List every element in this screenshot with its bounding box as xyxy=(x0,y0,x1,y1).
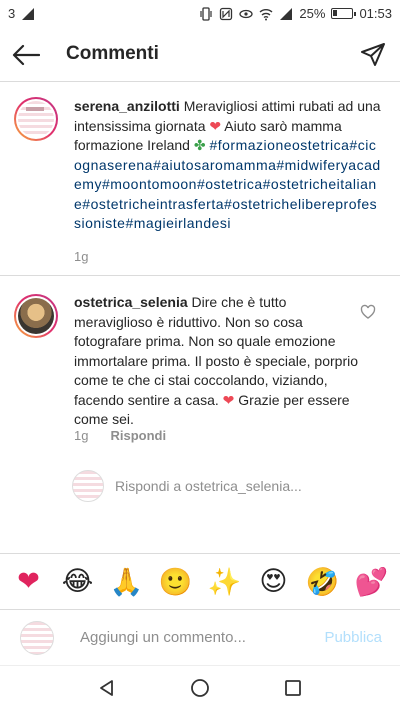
red-heart-icon: ❤ xyxy=(209,117,222,134)
paper-plane-icon xyxy=(361,43,385,66)
signal-icon xyxy=(22,7,35,20)
back-triangle-icon xyxy=(99,680,113,696)
comment-text: ostetrica_selenia Dire che è tutto merav… xyxy=(74,293,364,430)
caption-text: serena_anzilotti Meravigliosi attimi rub… xyxy=(74,97,384,234)
add-comment-bar: Aggiungi un commento... Pubblica xyxy=(0,609,400,665)
nfc-icon xyxy=(220,7,233,20)
emoji-rolling-laughing[interactable]: 🤣 xyxy=(303,562,343,602)
reply-input[interactable]: Rispondi a ostetrica_selenia... xyxy=(115,478,302,494)
avatar[interactable] xyxy=(14,97,58,141)
cellular-icon xyxy=(280,7,293,20)
status-right: 25% 01:53 xyxy=(199,6,392,21)
comment-time: 1g xyxy=(74,428,89,443)
reply-row: Rispondi a ostetrica_selenia... xyxy=(72,470,372,504)
heart-outline-icon[interactable] xyxy=(360,304,376,320)
battery-percent: 25% xyxy=(299,6,326,21)
caption-meta: 1g xyxy=(74,249,88,264)
reply-avatar xyxy=(72,470,104,502)
share-button[interactable] xyxy=(356,38,390,72)
nav-recents-button[interactable] xyxy=(273,668,313,708)
back-button[interactable] xyxy=(8,38,44,72)
status-left: 3 xyxy=(8,6,35,21)
caption-username[interactable]: serena_anzilotti xyxy=(74,98,180,114)
reply-button[interactable]: Rispondi xyxy=(110,428,166,443)
arrow-left-icon xyxy=(12,44,40,66)
wifi-icon xyxy=(259,8,273,20)
battery-icon xyxy=(331,8,357,19)
home-circle-icon xyxy=(191,679,209,697)
emoji-two-hearts[interactable]: 💕 xyxy=(352,562,392,602)
caption-comment: serena_anzilotti Meravigliosi attimi rub… xyxy=(0,83,400,276)
page-title: Commenti xyxy=(66,43,159,64)
comment-avatar-image xyxy=(18,298,54,334)
comment-username[interactable]: ostetrica_selenia xyxy=(74,294,188,310)
emoji-tears-of-joy[interactable]: 😂 xyxy=(58,562,98,602)
nav-home-button[interactable] xyxy=(180,668,220,708)
clover-icon: ✤ xyxy=(193,137,206,153)
comment-meta: 1g Rispondi xyxy=(74,428,166,443)
avatar-image xyxy=(18,101,54,137)
clock: 01:53 xyxy=(359,6,392,21)
red-heart-icon: ❤ xyxy=(222,391,235,408)
emoji-bar: ❤ 😂 🙏 🙂 ✨ 😍 🤣 💕 xyxy=(0,553,400,609)
nav-back-button[interactable] xyxy=(87,668,127,708)
comment-input[interactable]: Aggiungi un commento... xyxy=(80,629,246,646)
vibrate-icon xyxy=(200,6,213,21)
emoji-sparkles[interactable]: ✨ xyxy=(205,562,245,602)
caption-time: 1g xyxy=(74,249,89,264)
battery-fill xyxy=(333,10,338,16)
status-bar: 3 25% 01:53 xyxy=(0,0,400,28)
recents-square-icon xyxy=(285,680,302,696)
comment-avatar[interactable] xyxy=(14,294,58,338)
emoji-heart-eyes[interactable]: 😍 xyxy=(254,562,294,602)
system-nav-bar xyxy=(0,665,400,710)
emoji-folded-hands[interactable]: 🙏 xyxy=(107,562,147,602)
emoji-red-heart[interactable]: ❤ xyxy=(9,562,49,602)
header: Commenti xyxy=(0,28,400,82)
current-user-avatar xyxy=(20,621,54,655)
comment-body: Dire che è tutto meraviglioso è riduttiv… xyxy=(74,294,359,408)
eye-icon xyxy=(239,9,254,18)
carrier-count: 3 xyxy=(8,6,16,21)
emoji-slight-smile[interactable]: 🙂 xyxy=(156,562,196,602)
publish-button[interactable]: Pubblica xyxy=(324,629,382,646)
